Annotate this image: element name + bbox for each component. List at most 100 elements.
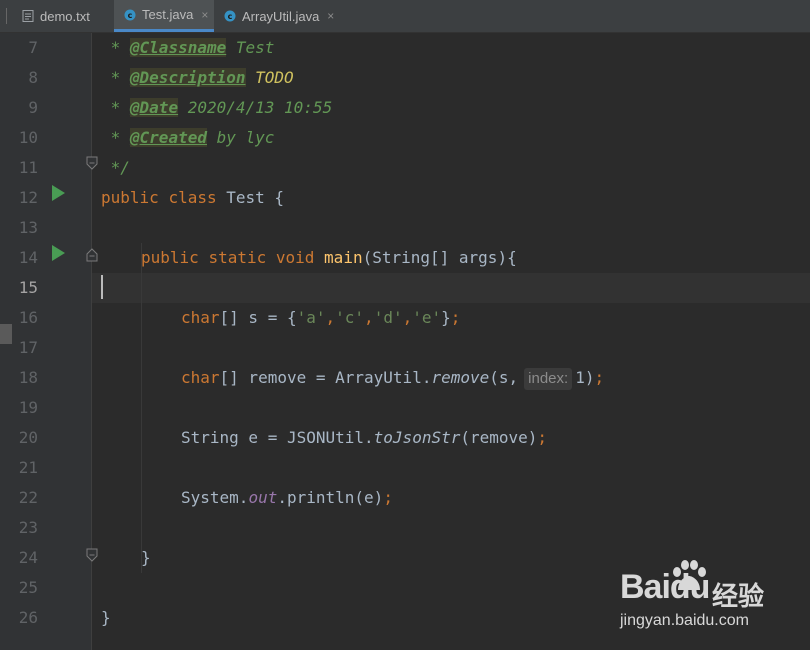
line-number: 18	[18, 368, 38, 387]
line-number: 14	[18, 248, 38, 267]
line-number: 13	[18, 218, 38, 237]
editor-tab-bar: demo.txt c Test.java × c ArrayUtil.java …	[0, 0, 810, 33]
keyword: static	[208, 248, 267, 267]
keyword: public	[141, 248, 199, 267]
line-number: 23	[18, 518, 38, 537]
code-line-16: char[] s = {'a','c','d','e'};	[181, 303, 460, 333]
semicolon: ;	[537, 428, 548, 447]
code-text: [] s = {	[219, 308, 297, 327]
line-number: 8	[28, 68, 38, 87]
code-text: }	[441, 308, 451, 327]
watermark-url: jingyan.baidu.com	[620, 612, 749, 629]
tab-label: Test.java	[142, 7, 194, 22]
run-icon[interactable]	[52, 245, 65, 261]
line-number: 19	[18, 398, 38, 417]
line-number: 25	[18, 578, 38, 597]
indent-guide	[141, 243, 142, 573]
line-number-current: 15	[18, 278, 38, 297]
doc-star: *	[101, 128, 130, 147]
code-line-14: public static void main(String[] args){	[141, 243, 517, 273]
doc-value: 2020/4/13 10:55	[178, 98, 333, 117]
char-literal: 'a'	[296, 308, 326, 327]
line-number: 24	[18, 548, 38, 567]
java-class-icon: c	[224, 10, 236, 22]
code-text: 1)	[575, 368, 595, 387]
baidu-jingyan-watermark: Baidu 经验 jingyan.baidu.com	[620, 560, 805, 640]
text-file-icon	[22, 10, 34, 22]
code-line-8: * @Description TODO	[101, 63, 294, 93]
svg-text:c: c	[128, 11, 133, 20]
method-name: main	[324, 248, 363, 267]
close-icon[interactable]: ×	[201, 8, 208, 22]
run-icon[interactable]	[52, 185, 65, 201]
baidu-logo-text: Baidu	[620, 568, 710, 606]
keyword: char	[181, 368, 220, 387]
line-number: 17	[18, 338, 38, 357]
code-text: System.	[181, 488, 249, 507]
comma: ,	[364, 308, 374, 327]
code-line-18: char[] remove = ArrayUtil.remove(s, index…	[181, 363, 604, 393]
keyword: public	[101, 188, 159, 207]
line-number: 7	[28, 38, 38, 57]
method-params: (String[] args){	[362, 248, 517, 267]
semicolon: ;	[383, 488, 393, 507]
static-method-call: remove	[431, 368, 490, 387]
keyword: char	[181, 308, 220, 327]
tab-demo-txt[interactable]: demo.txt	[12, 0, 114, 32]
line-number: 10	[18, 128, 38, 147]
comma: ,	[325, 308, 336, 327]
code-line-7: * @Classname Test	[101, 33, 274, 63]
code-text: String e = JSONUtil.	[181, 428, 374, 447]
line-number: 20	[18, 428, 38, 447]
code-line-24: }	[141, 548, 151, 567]
keyword: class	[168, 188, 217, 207]
static-field: out	[248, 488, 278, 507]
code-editor[interactable]: * @Classname Test * @Description TODO * …	[92, 33, 810, 650]
line-number: 16	[18, 308, 38, 327]
doc-value: Test	[226, 38, 275, 57]
code-text: .println(e)	[277, 488, 384, 507]
code-text: (s,	[489, 368, 519, 387]
semicolon: ;	[594, 368, 605, 387]
class-declaration: Test {	[216, 188, 285, 207]
code-line-12: public class Test {	[101, 183, 284, 213]
char-literal: 'd'	[373, 308, 403, 327]
doc-value: by lyc	[206, 128, 275, 147]
doc-star: *	[101, 68, 130, 87]
doc-star: *	[101, 38, 130, 57]
line-number: 9	[28, 98, 38, 117]
java-class-icon: c	[124, 9, 136, 21]
char-literal: 'c'	[335, 308, 365, 327]
svg-text:c: c	[228, 12, 233, 21]
code-line-9: * @Date 2020/4/13 10:55	[101, 93, 332, 123]
tab-arrayutil-java[interactable]: c ArrayUtil.java ×	[214, 0, 338, 32]
char-literal: 'e'	[412, 308, 442, 327]
close-icon[interactable]: ×	[327, 9, 334, 23]
doc-tag: @Created	[129, 128, 207, 147]
code-line-11: */	[101, 158, 130, 177]
parameter-hint: index:	[524, 367, 573, 390]
ide-window: demo.txt c Test.java × c ArrayUtil.java …	[0, 0, 810, 650]
doc-todo: TODO	[245, 68, 294, 87]
code-line-26: }	[101, 608, 111, 627]
text-caret	[101, 275, 103, 299]
code-line-10: * @Created by lyc	[101, 123, 274, 153]
tab-test-java[interactable]: c Test.java ×	[114, 0, 214, 32]
code-line-20: String e = JSONUtil.toJsonStr(remove);	[181, 423, 547, 453]
doc-star: *	[101, 98, 130, 117]
doc-tag: @Date	[129, 98, 179, 117]
line-number: 22	[18, 488, 38, 507]
current-line-highlight	[92, 273, 810, 303]
code-text: (remove)	[460, 428, 538, 447]
editor-gutter[interactable]: 7 8 9 10 11 12 13 14 15 16 17 18 19 20 2…	[0, 33, 92, 650]
semicolon: ;	[450, 308, 461, 327]
static-method-call: toJsonStr	[373, 428, 461, 447]
tab-label: demo.txt	[40, 8, 90, 24]
code-text: [] remove = ArrayUtil.	[219, 368, 432, 387]
comma: ,	[402, 308, 413, 327]
tab-scroll-edge	[0, 8, 7, 24]
line-number: 12	[18, 188, 38, 207]
line-number: 21	[18, 458, 38, 477]
line-number: 11	[18, 158, 38, 177]
doc-tag: @Description	[129, 68, 246, 87]
